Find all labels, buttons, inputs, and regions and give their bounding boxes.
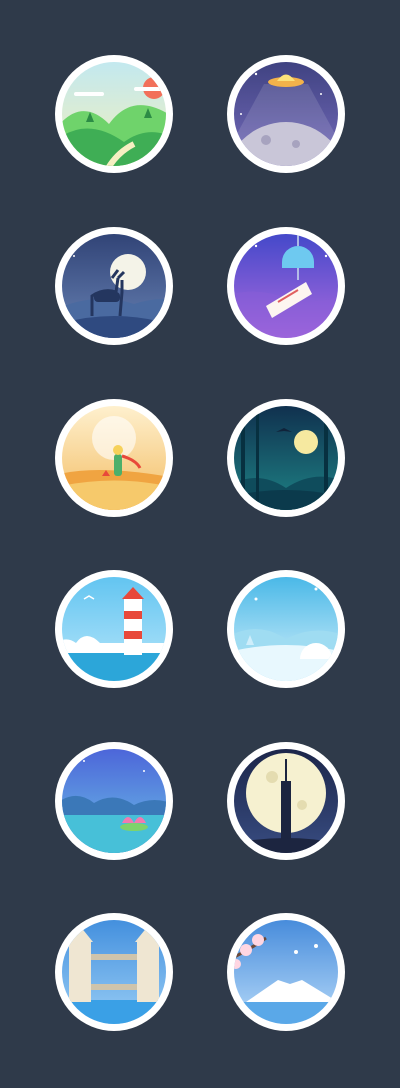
icon-gallery	[0, 0, 400, 1088]
night-forest-icon	[227, 399, 345, 517]
lighthouse-sea-icon	[55, 570, 173, 688]
desert-wanderer-icon	[55, 399, 173, 517]
tower-full-moon-icon	[227, 742, 345, 860]
sunny-hills-icon	[55, 55, 173, 173]
blossom-fuji-icon	[227, 913, 345, 1031]
deer-moon-icon	[55, 227, 173, 345]
wind-chime-icon	[227, 227, 345, 345]
snowy-igloo-icon	[227, 570, 345, 688]
lotus-pond-icon	[55, 742, 173, 860]
tower-bridge-icon	[55, 913, 173, 1031]
ufo-moon-icon	[227, 55, 345, 173]
